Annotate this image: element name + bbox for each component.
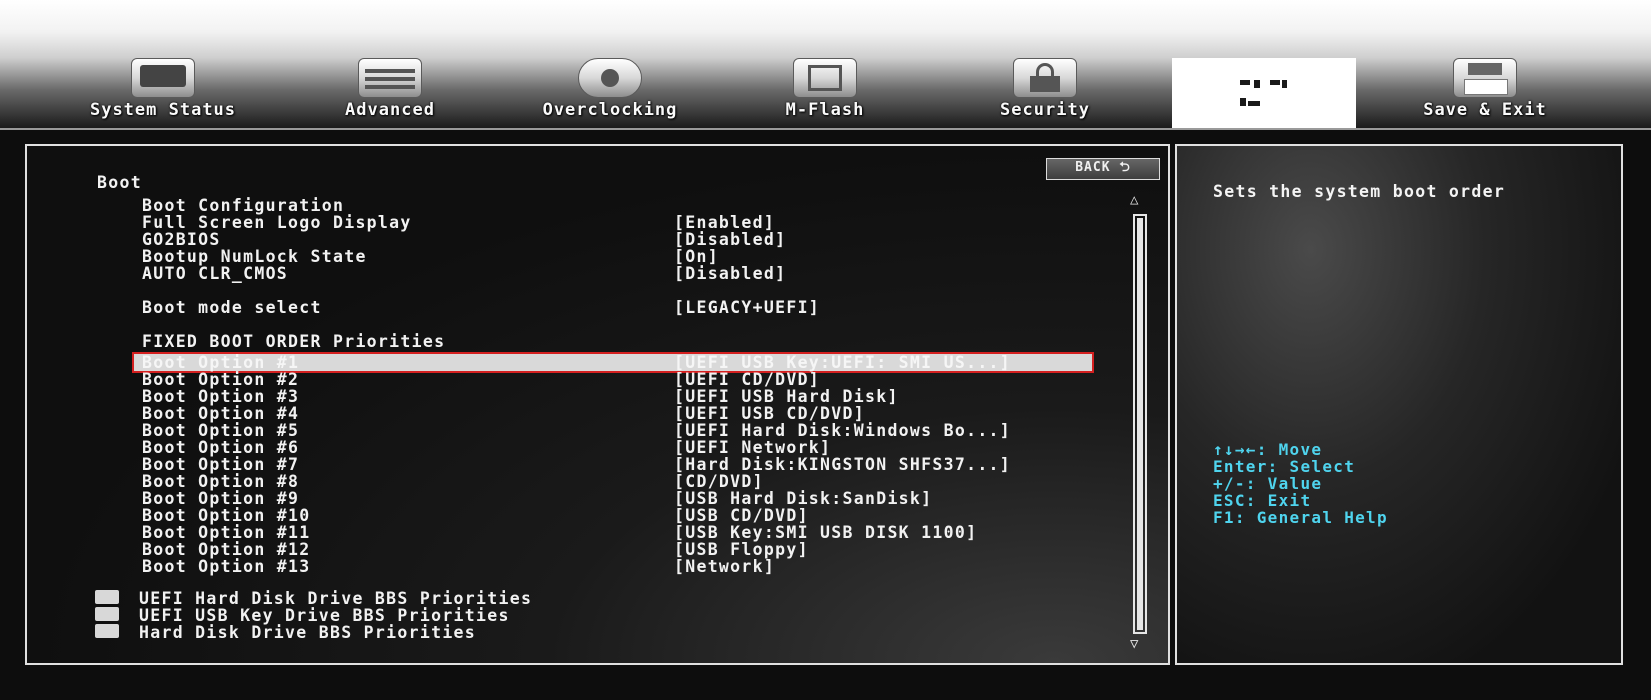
boot-option-value[interactable]: [UEFI USB CD/DVD]	[674, 405, 865, 422]
tab-label: Save & Exit	[1423, 100, 1547, 120]
tab-system-status[interactable]: System Status	[80, 58, 246, 124]
tab-advanced[interactable]: Advanced	[320, 58, 460, 124]
scrollbar-thumb[interactable]	[1137, 218, 1143, 630]
boot-option-value[interactable]: [USB Key:SMI USB DISK 1100]	[674, 524, 977, 541]
lock-icon	[1013, 58, 1077, 98]
usb-drive-icon	[793, 58, 857, 98]
boot-option-value[interactable]: [USB CD/DVD]	[674, 507, 809, 524]
selected-row-highlight[interactable]: Boot Option #1 [UEFI USB Key:UEFI: SMI U…	[132, 352, 1094, 373]
submenu-uefi-hdd-bbs[interactable]: UEFI Hard Disk Drive BBS Priorities	[139, 590, 532, 607]
monitor-icon	[131, 58, 195, 98]
settings-panel: Boot BACK ⮌ Boot Configuration Full Scre…	[25, 144, 1170, 665]
help-panel: Sets the system boot order ↑↓→←: Move En…	[1175, 144, 1623, 665]
tab-boot[interactable]	[1172, 58, 1356, 128]
tab-label: Security	[1000, 100, 1090, 120]
scroll-up-icon[interactable]: △	[1130, 192, 1138, 208]
back-button[interactable]: BACK ⮌	[1046, 158, 1160, 180]
scroll-down-icon[interactable]: ▽	[1130, 636, 1138, 652]
setting-value[interactable]: [Disabled]	[674, 265, 786, 282]
boot-option-label[interactable]: Boot Option #3	[142, 388, 299, 405]
boot-option-label[interactable]: Boot Option #12	[142, 541, 311, 558]
boot-option-label[interactable]: Boot Option #8	[142, 473, 299, 490]
boot-option-label[interactable]: Boot Option #2	[142, 371, 299, 388]
setting-boot-mode-select[interactable]: Boot mode select	[142, 299, 322, 316]
boot-option-value[interactable]: [UEFI Hard Disk:Windows Bo...]	[674, 422, 1011, 439]
tab-label: System Status	[89, 100, 237, 120]
boot-option-value[interactable]: [USB Floppy]	[674, 541, 809, 558]
setting-value[interactable]: [LEGACY+UEFI]	[674, 299, 820, 316]
boot-option-label[interactable]: Boot Option #4	[142, 405, 299, 422]
tab-m-flash[interactable]: M-Flash	[770, 58, 880, 124]
tab-label: Advanced	[345, 100, 435, 120]
tab-save-exit[interactable]: Save & Exit	[1400, 58, 1570, 124]
setting-full-screen-logo[interactable]: Full Screen Logo Display	[142, 214, 412, 231]
boot-option-label[interactable]: Boot Option #6	[142, 439, 299, 456]
submenu-icon	[95, 624, 119, 638]
submenu-icon	[95, 607, 119, 621]
setting-value[interactable]: [Disabled]	[674, 231, 786, 248]
boot-option-value[interactable]: [CD/DVD]	[674, 473, 764, 490]
boot-option-label[interactable]: Boot Option #7	[142, 456, 299, 473]
help-description: Sets the system boot order	[1213, 182, 1506, 201]
submenu-hdd-bbs[interactable]: Hard Disk Drive BBS Priorities	[139, 624, 476, 641]
boot-option-value[interactable]: [USB Hard Disk:SanDisk]	[674, 490, 932, 507]
submenu-icon	[95, 590, 119, 604]
boot-option-label[interactable]: Boot Option #11	[142, 524, 311, 541]
boot-option-label[interactable]: Boot Option #9	[142, 490, 299, 507]
boot-option-1-value[interactable]: [UEFI USB Key:UEFI: SMI US...]	[674, 354, 1011, 371]
setting-value[interactable]: [On]	[674, 248, 719, 265]
back-label: BACK ⮌	[1075, 160, 1131, 175]
boot-option-value[interactable]: [Hard Disk:KINGSTON SHFS37...]	[674, 456, 1011, 473]
boot-icon	[1234, 76, 1294, 110]
tab-security[interactable]: Security	[985, 58, 1105, 124]
boot-option-value[interactable]: [UEFI USB Hard Disk]	[674, 388, 899, 405]
top-tab-bar: System Status Advanced Overclocking M-Fl…	[0, 0, 1651, 130]
floppy-icon	[1453, 58, 1517, 98]
boot-configuration-heading: Boot Configuration	[142, 196, 345, 215]
boot-option-label[interactable]: Boot Option #13	[142, 558, 311, 575]
tab-overclocking[interactable]: Overclocking	[530, 58, 690, 124]
setting-go2bios[interactable]: GO2BIOS	[142, 231, 221, 248]
section-title: Boot	[97, 173, 142, 192]
help-key-general-help: F1: General Help	[1213, 508, 1388, 527]
tab-label: M-Flash	[785, 100, 865, 120]
setting-value[interactable]: [Enabled]	[674, 214, 775, 231]
boot-option-1-label[interactable]: Boot Option #1	[142, 354, 299, 371]
gauge-icon	[578, 58, 642, 98]
boot-option-value[interactable]: [Network]	[674, 558, 775, 575]
scrollbar[interactable]	[1133, 214, 1147, 634]
submenu-uefi-usb-key-bbs[interactable]: UEFI USB Key Drive BBS Priorities	[139, 607, 510, 624]
boot-option-label[interactable]: Boot Option #10	[142, 507, 311, 524]
setting-auto-clr-cmos[interactable]: AUTO CLR_CMOS	[142, 265, 288, 282]
boot-option-value[interactable]: [UEFI Network]	[674, 439, 831, 456]
keyboard-icon	[358, 58, 422, 98]
boot-option-value[interactable]: [UEFI CD/DVD]	[674, 371, 820, 388]
fixed-boot-order-heading: FIXED BOOT ORDER Priorities	[142, 332, 446, 351]
tab-label: Overclocking	[542, 100, 678, 120]
setting-numlock-state[interactable]: Bootup NumLock State	[142, 248, 367, 265]
boot-option-label[interactable]: Boot Option #5	[142, 422, 299, 439]
